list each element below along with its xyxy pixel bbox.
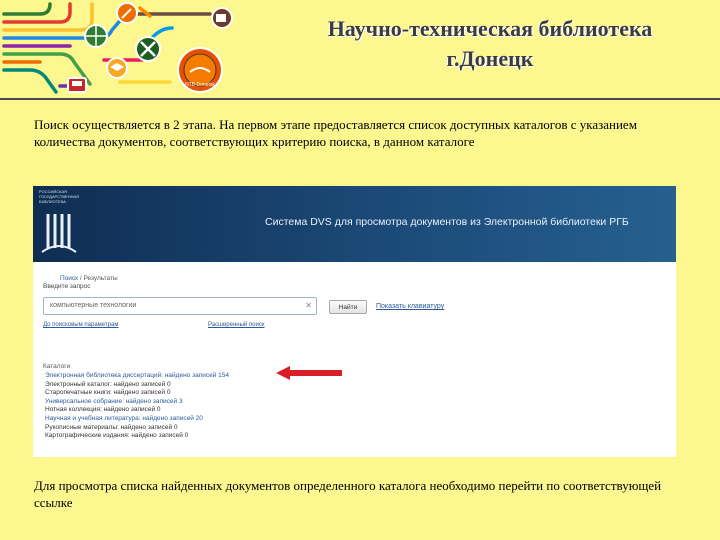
book-seal-icon: NTB Donetsk [177, 47, 223, 93]
breadcrumb-search[interactable]: Поиск [60, 275, 78, 282]
cap-icon [106, 57, 128, 79]
seal-text: NTB Donetsk [185, 82, 215, 88]
slide-title: Научно-техническая библиотека г.Донецк [260, 14, 720, 74]
search-input-value: компьютерные технологии [50, 302, 137, 309]
clear-icon[interactable]: ✕ [305, 301, 312, 310]
breadcrumb-results: Результаты [83, 275, 118, 282]
catalog-item: Электронный каталог: найдено записей 0 [45, 380, 171, 388]
catalogs-heading: Каталоги [43, 363, 71, 370]
search-input[interactable]: компьютерные технологии ✕ [43, 297, 317, 315]
red-arrow-icon [276, 366, 342, 380]
find-button[interactable]: Найти [329, 300, 367, 314]
wrench-icon [116, 2, 138, 24]
catalog-item: Нотная коллекция: найдено записей 0 [45, 406, 161, 414]
bus-icon [67, 77, 87, 93]
search-params-link[interactable]: До поисковым параметрам [43, 322, 118, 328]
catalog-item: Старопечатные книги: найдено записей 0 [45, 389, 171, 397]
title-line-2: г.Донецк [446, 46, 534, 71]
catalog-list: Электронная библиотека диссертаций: найд… [45, 372, 229, 441]
key-icon [211, 7, 233, 29]
dvs-header: РОССИЙСКАЯ ГОСУДАРСТВЕННАЯ БИБЛИОТЕКА Си… [33, 186, 676, 262]
globe-icon [84, 24, 108, 48]
intro-paragraph: Поиск осуществляется в 2 этапа. На перво… [34, 117, 637, 149]
catalog-item: Картографические издания: найдено записе… [45, 432, 189, 440]
catalog-item[interactable]: Научная и учебная литература: найдено за… [45, 415, 229, 424]
catalog-item: Рукописные материалы: найдено записей 0 [45, 423, 178, 431]
show-keyboard-link[interactable]: Показать клавиатуру [376, 303, 444, 310]
title-line-1: Научно-техническая библиотека [327, 16, 653, 41]
catalog-item[interactable]: Электронная библиотека диссертаций: найд… [45, 372, 229, 381]
logo-text: РОССИЙСКАЯ ГОСУДАРСТВЕННАЯ БИБЛИОТЕКА [39, 189, 80, 204]
dvs-title: Система DVS для просмотра документов из … [265, 216, 629, 228]
enter-query-label: Введите запрос [43, 283, 91, 290]
tools-icon [135, 36, 161, 62]
advanced-search-link[interactable]: Расширенный поиск [208, 322, 265, 328]
breadcrumb: Поиск / Результаты [60, 275, 118, 282]
dvs-screenshot: РОССИЙСКАЯ ГОСУДАРСТВЕННАЯ БИБЛИОТЕКА Си… [33, 186, 676, 457]
divider [0, 98, 720, 100]
conclusion-paragraph: Для просмотра списка найденных документо… [34, 478, 662, 510]
